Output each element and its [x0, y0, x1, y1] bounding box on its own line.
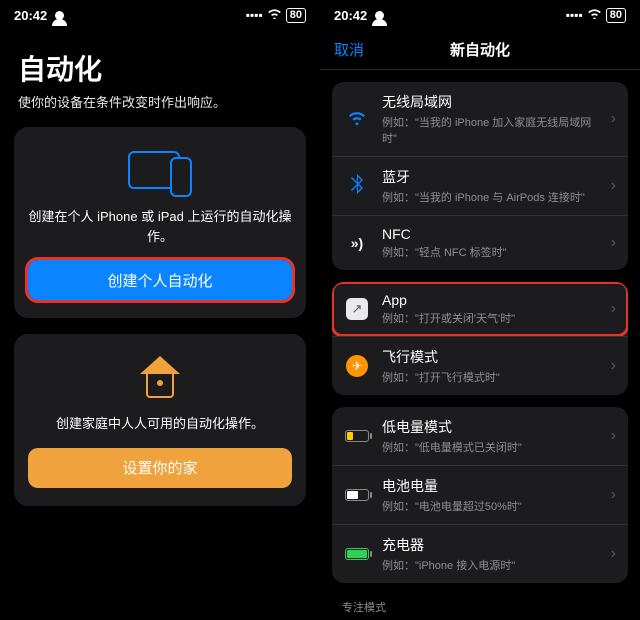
- trigger-row-bt[interactable]: 蓝牙例如："当我的 iPhone 与 AirPods 连接时" ›: [332, 156, 628, 215]
- trigger-group: 无线局域网例如："当我的 iPhone 加入家庭无线局域网时"›蓝牙例如："当我…: [332, 82, 628, 270]
- status-time: 20:42: [334, 8, 367, 23]
- bluetooth-icon: [351, 174, 363, 199]
- row-subtitle: 例如："当我的 iPhone 与 AirPods 连接时": [382, 189, 605, 205]
- trigger-row-app[interactable]: ↗ App 例如："打开或关闭'天气'时" ›: [332, 282, 628, 336]
- chevron-right-icon: ›: [611, 427, 616, 445]
- battery-charging-icon: [345, 548, 369, 560]
- trigger-row-batt-half[interactable]: 电池电量例如："电池电量超过50%时" ›: [332, 465, 628, 524]
- row-subtitle: 例如："当我的 iPhone 加入家庭无线局域网时": [382, 114, 605, 146]
- row-subtitle: 例如："打开飞行模式时": [382, 369, 605, 385]
- signal-icon: ▪▪▪▪: [246, 8, 263, 22]
- wifi-icon: [267, 8, 282, 22]
- status-bar: 20:42 ▪▪▪▪ 80: [320, 0, 640, 30]
- trigger-row-plane[interactable]: ✈ 飞行模式例如："打开飞行模式时" ›: [332, 336, 628, 395]
- chevron-right-icon: ›: [611, 357, 616, 375]
- trigger-group: ↗ App 例如："打开或关闭'天气'时" › ✈ 飞行模式例如："打开飞行模式时" ›: [332, 282, 628, 395]
- row-title: NFC: [382, 226, 605, 242]
- row-title: 飞行模式: [382, 347, 605, 367]
- chevron-right-icon: ›: [611, 545, 616, 563]
- row-subtitle: 例如："电池电量超过50%时": [382, 498, 605, 514]
- page-subtitle: 使你的设备在条件改变时作出响应。: [0, 92, 320, 127]
- wifi-icon: [347, 109, 367, 130]
- navbar: 取消 新自动化: [320, 30, 640, 70]
- status-bar: 20:42 ▪▪▪▪ 80: [0, 0, 320, 30]
- app-icon: ↗: [346, 298, 368, 320]
- row-title: 无线局域网: [382, 92, 605, 112]
- trigger-row-wifi[interactable]: 无线局域网例如："当我的 iPhone 加入家庭无线局域网时" ›: [332, 82, 628, 156]
- row-title: App: [382, 292, 605, 308]
- personal-desc: 创建在个人 iPhone 或 iPad 上运行的自动化操作。: [28, 207, 292, 246]
- personal-automation-card: 创建在个人 iPhone 或 iPad 上运行的自动化操作。 创建个人自动化: [14, 127, 306, 318]
- status-battery: 80: [606, 8, 626, 23]
- chevron-right-icon: ›: [611, 234, 616, 252]
- create-personal-automation-button[interactable]: 创建个人自动化: [28, 260, 292, 300]
- home-desc: 创建家庭中人人可用的自动化操作。: [56, 414, 264, 434]
- section-header-focus: 专注模式: [320, 583, 640, 615]
- row-subtitle: 例如："打开或关闭'天气'时": [382, 310, 605, 326]
- setup-home-button[interactable]: 设置你的家: [28, 448, 292, 488]
- chevron-right-icon: ›: [611, 177, 616, 195]
- page-title: 自动化: [0, 30, 320, 92]
- devices-icon: [120, 149, 200, 197]
- profile-icon: [375, 11, 384, 20]
- screen-automation-home: 20:42 ▪▪▪▪ 80 自动化 使你的设备在条件改变时作出响应。 创建在个人…: [0, 0, 320, 620]
- trigger-group: 低电量模式例如："低电量模式已关闭时" › 电池电量例如："电池电量超过50%时" ›…: [332, 407, 628, 583]
- battery-half-icon: [345, 489, 369, 501]
- chevron-right-icon: ›: [611, 110, 616, 128]
- home-automation-card: 创建家庭中人人可用的自动化操作。 设置你的家: [14, 334, 306, 506]
- status-time: 20:42: [14, 8, 47, 23]
- row-title: 充电器: [382, 535, 605, 555]
- signal-icon: ▪▪▪▪: [566, 8, 583, 22]
- chevron-right-icon: ›: [611, 300, 616, 318]
- trigger-row-batt-chg[interactable]: 充电器例如："iPhone 接入电源时" ›: [332, 524, 628, 583]
- row-title: 电池电量: [382, 476, 605, 496]
- cancel-button[interactable]: 取消: [334, 39, 364, 60]
- home-icon: [132, 356, 188, 404]
- nav-title: 新自动化: [450, 39, 510, 60]
- chevron-right-icon: ›: [611, 486, 616, 504]
- row-title: 低电量模式: [382, 417, 605, 437]
- row-subtitle: 例如："iPhone 接入电源时": [382, 557, 605, 573]
- airplane-icon: ✈: [346, 355, 368, 377]
- status-battery: 80: [286, 8, 306, 23]
- row-subtitle: 例如："轻点 NFC 标签时": [382, 244, 605, 260]
- trigger-row-nfc[interactable]: ») NFC 例如："轻点 NFC 标签时" ›: [332, 215, 628, 270]
- battery-low-icon: [345, 430, 369, 442]
- row-subtitle: 例如："低电量模式已关闭时": [382, 439, 605, 455]
- trigger-row-batt-low[interactable]: 低电量模式例如："低电量模式已关闭时" ›: [332, 407, 628, 465]
- wifi-icon: [587, 8, 602, 22]
- screen-new-automation: 20:42 ▪▪▪▪ 80 取消 新自动化 无线局域网例如："当我的 iPhon…: [320, 0, 640, 620]
- row-title: 蓝牙: [382, 167, 605, 187]
- profile-icon: [55, 11, 64, 20]
- nfc-icon: »): [351, 235, 363, 251]
